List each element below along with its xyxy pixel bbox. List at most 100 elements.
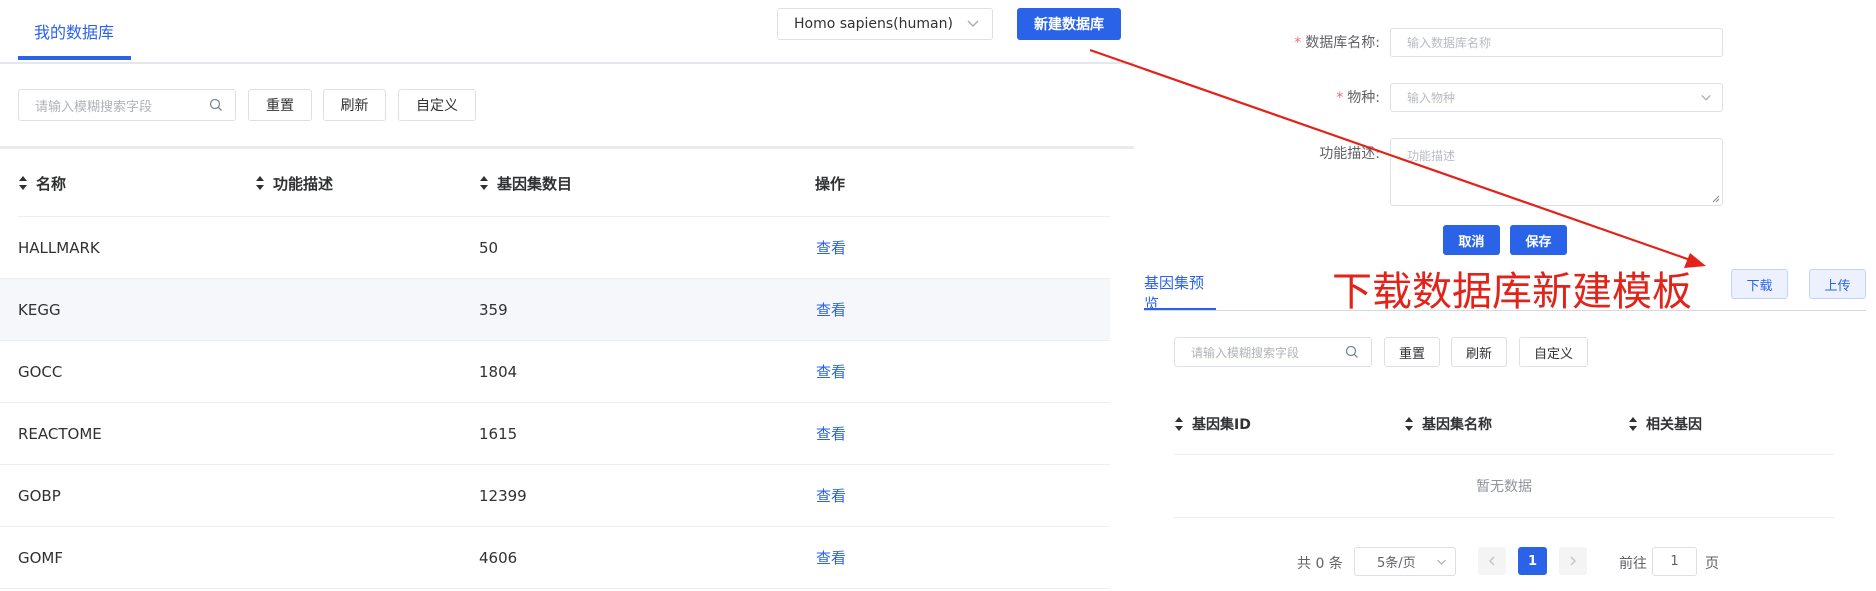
species-placeholder: 输入物种 <box>1407 91 1456 105</box>
table-row: GOMF 4606 查看 <box>0 527 1110 589</box>
column-header-count[interactable]: 基因集数目 <box>479 172 572 194</box>
left-reset-button[interactable]: 重置 <box>248 89 312 121</box>
cell-count: 12399 <box>479 486 527 505</box>
cell-name: GOMF <box>18 548 63 567</box>
empty-state-text: 暂无数据 <box>1476 479 1532 495</box>
goto-prefix: 前往 <box>1619 556 1647 572</box>
page-size-value: 5条/页 <box>1377 556 1416 571</box>
download-button-label: 下载 <box>1746 278 1773 294</box>
description-label: 功能描述: <box>1240 143 1380 163</box>
download-button[interactable]: 下载 <box>1731 269 1788 299</box>
left-search-placeholder: 请输入模糊搜索字段 <box>35 99 153 115</box>
cell-count: 1804 <box>479 362 518 381</box>
column-header-name[interactable]: 名称 <box>18 172 66 194</box>
cancel-button-label: 取消 <box>1458 234 1485 250</box>
resize-handle-icon[interactable] <box>1712 195 1720 203</box>
chevron-down-icon <box>1701 95 1711 101</box>
sort-icon[interactable] <box>1628 416 1638 432</box>
table-separator <box>0 146 1134 149</box>
cell-count: 4606 <box>479 548 518 567</box>
right-refresh-button[interactable]: 刷新 <box>1451 337 1507 367</box>
tab-my-database[interactable]: 我的数据库 <box>18 0 130 62</box>
sort-icon[interactable] <box>479 175 489 191</box>
view-link[interactable]: 查看 <box>816 341 846 402</box>
view-link[interactable]: 查看 <box>816 465 846 526</box>
annotation-text: 下载数据库新建模板 <box>1332 269 1692 315</box>
new-database-button-label: 新建数据库 <box>1034 17 1104 33</box>
table-row: GOBP 12399 查看 <box>0 465 1110 527</box>
cell-name: REACTOME <box>18 424 102 443</box>
column-header-geneset-id[interactable]: 基因集ID <box>1174 413 1251 435</box>
column-header-related-genes-label: 相关基因 <box>1646 417 1702 433</box>
cell-name: GOCC <box>18 362 63 381</box>
next-page-button[interactable] <box>1559 547 1587 575</box>
column-header-action: 操作 <box>815 172 845 194</box>
page-number-current[interactable]: 1 <box>1518 547 1547 575</box>
species-select[interactable]: Homo sapiens(human) <box>777 8 993 40</box>
upload-button-label: 上传 <box>1824 278 1851 294</box>
required-mark: * <box>1336 90 1344 106</box>
tab-geneset-preview[interactable]: 基因集预览 <box>1144 274 1218 313</box>
table-row: KEGG 359 查看 <box>0 279 1110 341</box>
description-label-text: 功能描述: <box>1319 146 1380 162</box>
view-link[interactable]: 查看 <box>816 403 846 464</box>
cancel-button[interactable]: 取消 <box>1443 225 1500 255</box>
cell-name: KEGG <box>18 300 61 319</box>
right-search-input[interactable]: 请输入模糊搜索字段 <box>1174 337 1372 367</box>
right-search-placeholder: 请输入模糊搜索字段 <box>1191 345 1300 360</box>
table-row: GOCC 1804 查看 <box>0 341 1110 403</box>
column-header-name-label: 名称 <box>36 174 67 193</box>
goto-page-input[interactable]: 1 <box>1652 547 1697 576</box>
search-icon[interactable] <box>209 98 223 112</box>
chevron-left-icon <box>1489 556 1495 566</box>
tab-divider <box>0 62 1134 64</box>
sort-icon[interactable] <box>18 175 28 191</box>
sort-icon[interactable] <box>255 175 265 191</box>
column-header-geneset-name[interactable]: 基因集名称 <box>1404 413 1492 435</box>
table-row: HALLMARK 50 查看 <box>0 217 1110 279</box>
left-reset-label: 重置 <box>266 98 294 114</box>
species-input[interactable]: 输入物种 <box>1390 83 1723 112</box>
column-header-geneset-name-label: 基因集名称 <box>1422 417 1492 433</box>
column-header-count-label: 基因集数目 <box>497 174 573 193</box>
active-tab-indicator <box>18 56 131 60</box>
right-custom-button[interactable]: 自定义 <box>1519 337 1588 367</box>
right-refresh-label: 刷新 <box>1465 346 1492 362</box>
view-link[interactable]: 查看 <box>816 217 846 278</box>
prev-page-button[interactable] <box>1478 547 1506 575</box>
right-reset-button[interactable]: 重置 <box>1384 337 1440 367</box>
cell-count: 50 <box>479 238 499 257</box>
column-header-description-label: 功能描述 <box>273 174 334 193</box>
view-link[interactable]: 查看 <box>816 527 846 588</box>
left-refresh-button[interactable]: 刷新 <box>323 89 386 121</box>
species-select-value: Homo sapiens(human) <box>794 16 953 32</box>
upload-button[interactable]: 上传 <box>1809 269 1866 299</box>
species-label: * 物种: <box>1240 87 1380 107</box>
required-mark: * <box>1294 35 1302 51</box>
db-name-input[interactable]: 输入数据库名称 <box>1390 28 1723 57</box>
right-reset-label: 重置 <box>1398 346 1425 362</box>
pagination-total: 共 0 条 <box>1297 556 1343 572</box>
cell-count: 1615 <box>479 424 518 443</box>
goto-suffix: 页 <box>1705 556 1719 572</box>
search-icon[interactable] <box>1345 345 1359 359</box>
db-name-placeholder: 输入数据库名称 <box>1407 36 1492 50</box>
save-button[interactable]: 保存 <box>1510 225 1567 255</box>
left-custom-button[interactable]: 自定义 <box>398 89 476 121</box>
page-size-select[interactable]: 5条/页 <box>1354 547 1456 576</box>
chevron-right-icon <box>1570 556 1576 566</box>
chevron-down-icon <box>967 20 979 27</box>
db-name-label: * 数据库名称: <box>1240 32 1380 52</box>
view-link[interactable]: 查看 <box>816 279 846 340</box>
description-textarea[interactable]: 功能描述 <box>1390 138 1723 206</box>
db-name-label-text: 数据库名称: <box>1305 35 1380 51</box>
column-header-description[interactable]: 功能描述 <box>255 172 333 194</box>
cell-name: HALLMARK <box>18 238 100 257</box>
new-database-button[interactable]: 新建数据库 <box>1017 8 1121 40</box>
description-placeholder: 功能描述 <box>1407 149 1456 163</box>
column-header-related-genes[interactable]: 相关基因 <box>1628 413 1702 435</box>
sort-icon[interactable] <box>1174 416 1184 432</box>
sort-icon[interactable] <box>1404 416 1414 432</box>
left-search-input[interactable]: 请输入模糊搜索字段 <box>18 89 236 121</box>
column-header-geneset-id-label: 基因集ID <box>1192 417 1251 433</box>
